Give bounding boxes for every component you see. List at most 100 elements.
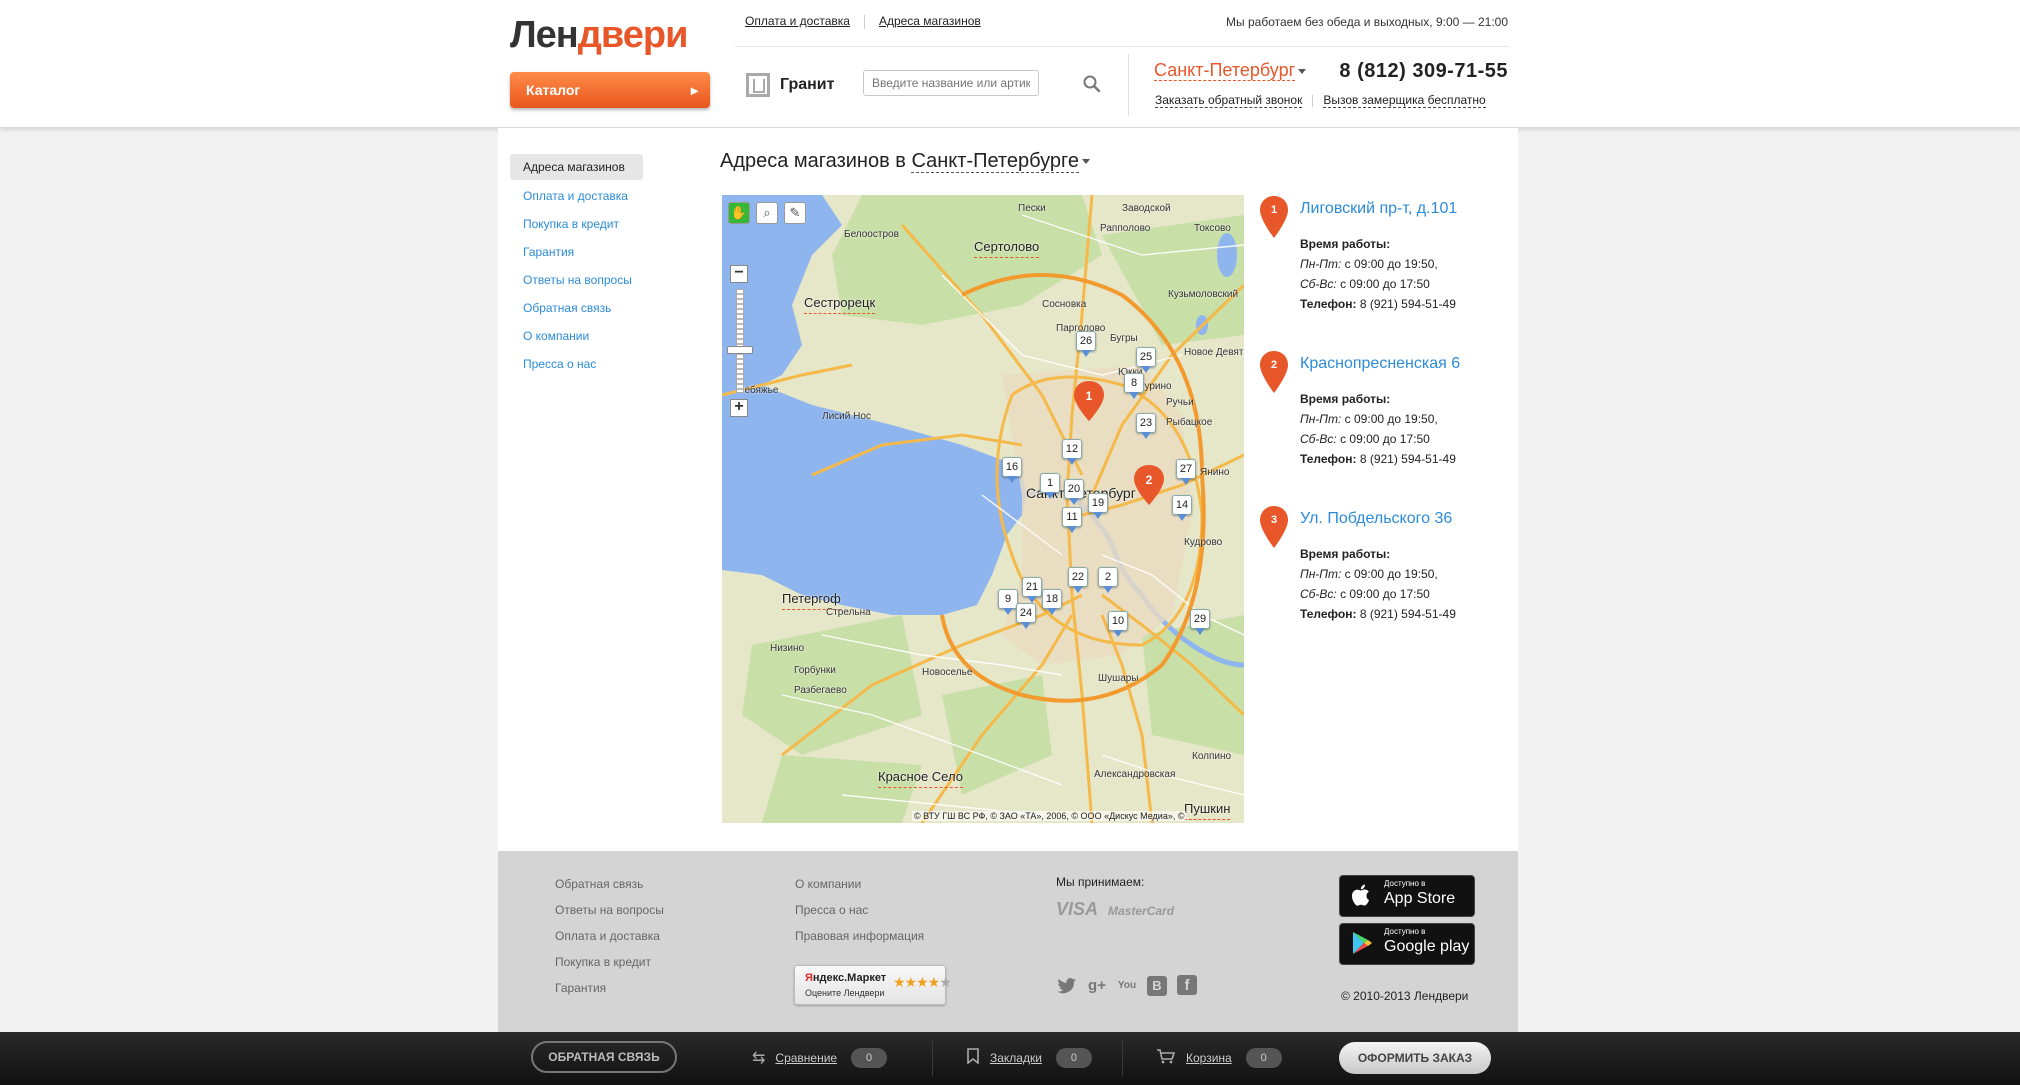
sidebar-item-about[interactable]: О компании: [510, 322, 650, 350]
compare-widget[interactable]: ⇆ Сравнение 0: [752, 1047, 888, 1069]
brand-granit[interactable]: Гранит: [746, 70, 834, 100]
map-store-marker[interactable]: 29: [1190, 609, 1210, 629]
zoom-slider-handle[interactable]: [727, 346, 753, 354]
map-hand-tool-icon[interactable]: ✋: [728, 202, 750, 224]
map-store-marker[interactable]: 12: [1062, 439, 1082, 459]
map-store-marker[interactable]: 11: [1062, 507, 1082, 527]
sidebar-item-press[interactable]: Пресса о нас: [510, 350, 650, 378]
vkontakte-icon[interactable]: В: [1146, 975, 1168, 997]
nav-link-payment[interactable]: Оплата и доставка: [745, 14, 850, 28]
map-store-marker[interactable]: 25: [1136, 347, 1156, 367]
feedback-button[interactable]: ОБРАТНАЯ СВЯЗЬ: [531, 1041, 677, 1073]
header-divider: [735, 46, 1509, 47]
search-icon[interactable]: [1082, 74, 1102, 94]
store-phone: 8 (921) 594-51-49: [1359, 607, 1456, 621]
store-name-link[interactable]: Лиговский пр-т, д.101: [1300, 200, 1457, 218]
map-store-marker[interactable]: 20: [1064, 479, 1084, 499]
map-store-marker[interactable]: 27: [1176, 459, 1196, 479]
site-logo[interactable]: Лендвери: [510, 14, 688, 57]
nav-link-stores[interactable]: Адреса магазинов: [879, 14, 981, 28]
store-weekend-label: Сб-Вс:: [1300, 277, 1337, 291]
site-footer: Обратная связь Ответы на вопросы Оплата …: [498, 851, 1518, 1032]
googleplay-button[interactable]: Доступно в Google play: [1339, 923, 1475, 965]
sidebar-item-warranty[interactable]: Гарантия: [510, 238, 650, 266]
stores-map[interactable]: Белоостров Сертолово Сестрорецк Парголов…: [722, 195, 1244, 823]
yandex-market-rating-badge[interactable]: Яндекс.Маркет Оцените Лендвери ★★★★★: [794, 965, 952, 1005]
map-store-marker[interactable]: 9: [998, 589, 1018, 609]
store-weekend-hours: с 09:00 до 17:50: [1340, 432, 1430, 446]
store-name-link[interactable]: Ул. Побдельского 36: [1300, 510, 1452, 528]
cart-widget[interactable]: Корзина 0: [1156, 1047, 1282, 1069]
footer-link-faq[interactable]: Ответы на вопросы: [555, 901, 664, 927]
map-store-marker[interactable]: 23: [1136, 413, 1156, 433]
page-title-city-selector[interactable]: Санкт-Петербурге: [911, 150, 1079, 173]
store-weekend-hours: с 09:00 до 17:50: [1340, 277, 1430, 291]
bookmarks-widget[interactable]: Закладки 0: [966, 1047, 1092, 1069]
stores-list: 1 Лиговский пр-т, д.101 Время работы: Пн…: [1260, 196, 1510, 661]
store-info: Время работы: Пн-Пт: с 09:00 до 19:50, С…: [1300, 389, 1456, 469]
map-store-marker[interactable]: 14: [1172, 495, 1192, 515]
top-nav: Оплата и доставка Адреса магазинов: [745, 14, 995, 29]
footer-link-legal[interactable]: Правовая информация: [795, 927, 924, 953]
nav-divider: [863, 14, 865, 29]
store-phone: 8 (921) 594-51-49: [1359, 297, 1456, 311]
footer-link-warranty[interactable]: Гарантия: [555, 979, 664, 1005]
footer-link-feedback[interactable]: Обратная связь: [555, 875, 664, 901]
bookmarks-count: 0: [1055, 1048, 1092, 1068]
site-header: Лендвери Каталог ▸ Оплата и доставка Адре…: [0, 0, 2020, 128]
compare-link[interactable]: Сравнение: [775, 1051, 837, 1065]
sidebar-item-faq[interactable]: Ответы на вопросы: [510, 266, 650, 294]
map-store-marker[interactable]: 8: [1124, 373, 1144, 393]
zoom-out-button[interactable]: −: [730, 265, 748, 283]
chevron-down-icon[interactable]: [1298, 69, 1306, 74]
search-input[interactable]: [863, 70, 1039, 96]
work-hours: Мы работаем без обеда и выходных, 9:00 —…: [1226, 15, 1508, 29]
twitter-icon[interactable]: [1056, 975, 1078, 997]
googleplus-icon[interactable]: g+: [1086, 975, 1108, 997]
map-main-pin[interactable]: 2: [1134, 465, 1164, 505]
map-store-marker[interactable]: 22: [1068, 567, 1088, 587]
map-main-pin[interactable]: 1: [1074, 381, 1104, 421]
footer-link-press[interactable]: Пресса о нас: [795, 901, 924, 927]
map-store-marker[interactable]: 21: [1022, 577, 1042, 597]
map-store-marker[interactable]: 1: [1040, 473, 1060, 493]
map-store-marker[interactable]: 2: [1098, 567, 1118, 587]
chevron-down-icon[interactable]: [1082, 159, 1090, 165]
map-ruler-icon[interactable]: ✎: [784, 202, 806, 224]
map-store-marker[interactable]: 16: [1002, 457, 1022, 477]
zoom-in-button[interactable]: +: [730, 399, 748, 417]
zoom-track[interactable]: [736, 289, 744, 393]
catalog-button[interactable]: Каталог ▸: [510, 72, 710, 108]
callback-link[interactable]: Заказать обратный звонок: [1155, 93, 1303, 108]
footer-link-credit[interactable]: Покупка в кредит: [555, 953, 664, 979]
appstore-button[interactable]: Доступно в App Store: [1339, 875, 1475, 917]
store-name-link[interactable]: Краснопресненская 6: [1300, 355, 1460, 373]
checkout-button[interactable]: ОФОРМИТЬ ЗАКАЗ: [1339, 1042, 1491, 1074]
cart-icon: [1156, 1048, 1176, 1069]
map-store-marker[interactable]: 18: [1042, 589, 1062, 609]
map-zoom-select-icon[interactable]: ⌕: [756, 202, 778, 224]
youtube-icon[interactable]: You: [1116, 975, 1138, 997]
city-selector[interactable]: Санкт-Петербург: [1154, 60, 1296, 81]
map-canvas[interactable]: [722, 195, 1244, 823]
sidebar-item-feedback[interactable]: Обратная связь: [510, 294, 650, 322]
sidebar-item-payment[interactable]: Оплата и доставка: [510, 182, 650, 210]
map-store-marker[interactable]: 19: [1088, 493, 1108, 513]
sidebar-item-stores[interactable]: Адреса магазинов: [510, 154, 643, 180]
map-store-marker[interactable]: 10: [1108, 611, 1128, 631]
store-item: 2 Краснопресненская 6 Время работы: Пн-П…: [1260, 351, 1510, 506]
store-phone-label: Телефон:: [1300, 607, 1357, 621]
footer-link-payment[interactable]: Оплата и доставка: [555, 927, 664, 953]
map-store-marker[interactable]: 24: [1016, 603, 1036, 623]
cart-link[interactable]: Корзина: [1186, 1051, 1232, 1065]
bookmarks-link[interactable]: Закладки: [990, 1051, 1042, 1065]
footer-link-about[interactable]: О компании: [795, 875, 924, 901]
store-weekdays-label: Пн-Пт:: [1300, 412, 1342, 426]
facebook-icon[interactable]: f: [1176, 975, 1198, 997]
header-vertical-divider: [1128, 54, 1129, 116]
compare-count: 0: [851, 1048, 888, 1068]
store-number-text: 1: [1270, 204, 1278, 216]
map-store-marker[interactable]: 26: [1076, 331, 1096, 351]
measurer-link[interactable]: Вызов замерщика бесплатно: [1323, 93, 1486, 108]
sidebar-item-credit[interactable]: Покупка в кредит: [510, 210, 650, 238]
